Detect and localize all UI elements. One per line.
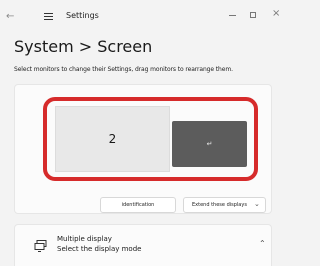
chevron-up-icon[interactable]: ⌃ [259,239,266,249]
maximize-icon[interactable] [250,12,256,18]
page-title: System > Screen [14,37,153,56]
selection-highlight [43,97,258,181]
back-arrow-icon[interactable]: ← [6,12,16,22]
multiple-display-title: Multiple display [57,235,112,243]
minimize-icon[interactable] [229,15,236,16]
multiple-display-icon [34,238,48,252]
close-icon[interactable]: × [272,9,280,19]
multiple-display-row[interactable] [14,224,272,266]
app-title: Settings [66,11,99,20]
identify-button[interactable]: identification [100,197,176,213]
page-subtitle: Select monitors to change their Settings… [14,66,233,73]
title-bar [0,0,280,34]
chevron-down-icon[interactable]: ⌄ [254,199,260,209]
multiple-display-description: Select the display mode [57,245,142,253]
display-mode-value: Extend these displays [192,202,247,208]
hamburger-menu-icon[interactable] [44,13,53,21]
